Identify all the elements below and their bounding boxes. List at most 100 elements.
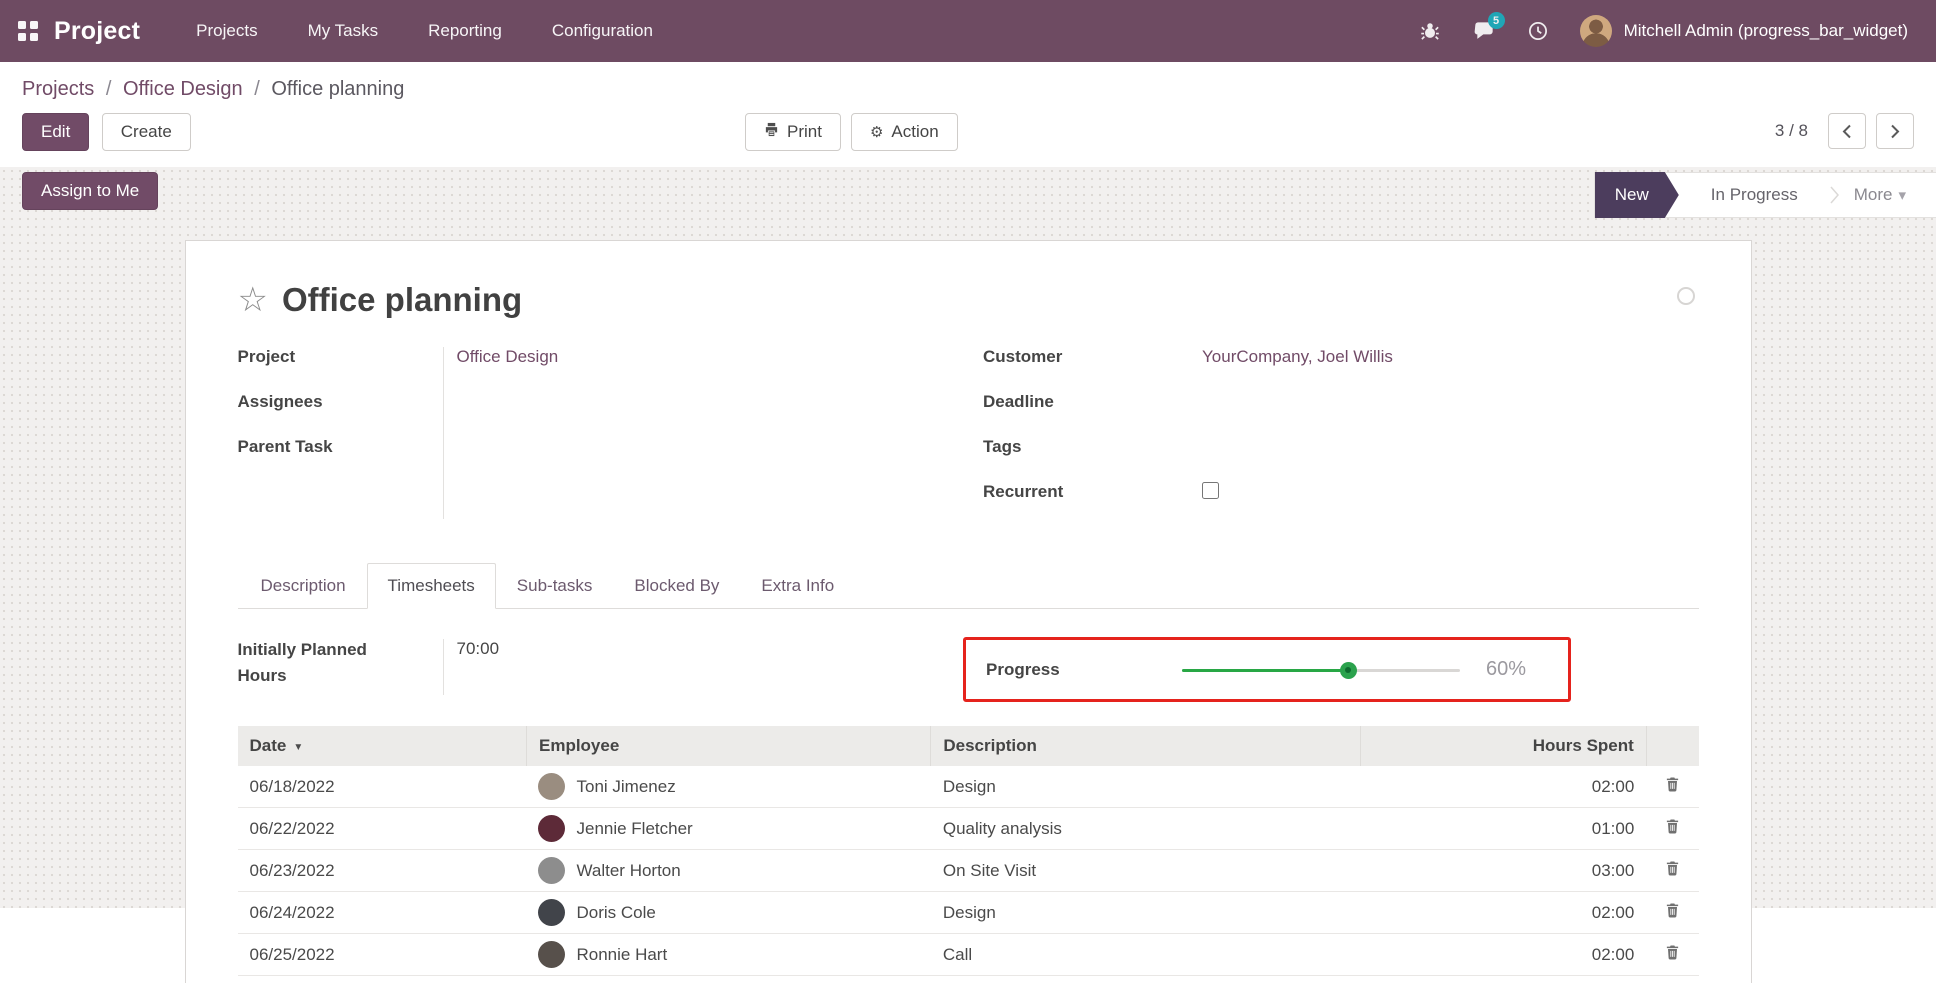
right-field-group: Customer YourCompany, Joel Willis Deadli… [983, 345, 1699, 525]
column-header-actions [1646, 726, 1698, 766]
cell-date[interactable]: 06/23/2022 [238, 850, 527, 892]
table-row[interactable]: 07/05/2022 Abigail Peterson Quality anal… [238, 976, 1699, 983]
delete-row-button[interactable] [1665, 902, 1680, 918]
table-row[interactable]: 06/18/2022 Toni Jimenez Design 02:00 [238, 766, 1699, 808]
nav-item-projects[interactable]: Projects [194, 15, 259, 47]
column-header-hours-spent[interactable]: Hours Spent [1360, 726, 1646, 766]
nav-item-my-tasks[interactable]: My Tasks [306, 15, 381, 47]
field-tags: Tags [983, 435, 1699, 480]
breadcrumb-separator: / [106, 78, 112, 100]
assignees-label: Assignees [238, 390, 443, 412]
field-assignees: Assignees [238, 390, 954, 435]
planned-hours-value[interactable]: 70:00 [443, 637, 500, 702]
table-row[interactable]: 06/25/2022 Ronnie Hart Call 02:00 [238, 934, 1699, 976]
breadcrumb-projects[interactable]: Projects [22, 78, 94, 100]
task-form-sheet: Office planning Project Office Design As… [185, 240, 1752, 983]
cell-date[interactable]: 06/24/2022 [238, 892, 527, 934]
cell-hours[interactable]: 02:00 [1360, 976, 1646, 983]
cell-hours[interactable]: 02:00 [1360, 892, 1646, 934]
breadcrumb-office-design[interactable]: Office Design [123, 78, 243, 100]
fields-grid: Project Office Design Assignees Parent T… [238, 345, 1699, 525]
stage-new[interactable]: New [1595, 172, 1679, 218]
delete-row-button[interactable] [1665, 860, 1680, 876]
cell-date[interactable]: 07/05/2022 [238, 976, 527, 983]
cell-hours[interactable]: 01:00 [1360, 808, 1646, 850]
project-value-link[interactable]: Office Design [457, 347, 559, 366]
notebook-tabs: Description Timesheets Sub-tasks Blocked… [238, 563, 1699, 609]
edit-button[interactable]: Edit [22, 113, 89, 151]
deadline-label: Deadline [983, 390, 1188, 412]
parent-task-value[interactable] [443, 435, 457, 437]
tab-timesheets[interactable]: Timesheets [367, 563, 496, 609]
cell-employee-name: Toni Jimenez [576, 777, 675, 797]
user-menu[interactable]: Mitchell Admin (progress_bar_widget) [1580, 15, 1908, 47]
messages-count-badge: 5 [1488, 12, 1505, 29]
cell-description[interactable]: On Site Visit [931, 850, 1360, 892]
cell-date[interactable]: 06/25/2022 [238, 934, 527, 976]
user-name: Mitchell Admin (progress_bar_widget) [1624, 21, 1908, 41]
pager-next-button[interactable] [1876, 113, 1914, 149]
cell-description[interactable]: Quality analysis [931, 808, 1360, 850]
cell-date[interactable]: 06/22/2022 [238, 808, 527, 850]
delete-row-button[interactable] [1665, 944, 1680, 960]
print-button[interactable]: Print [745, 113, 841, 151]
progress-knob[interactable] [1340, 662, 1357, 679]
table-row[interactable]: 06/23/2022 Walter Horton On Site Visit 0… [238, 850, 1699, 892]
tab-extra-info[interactable]: Extra Info [740, 563, 855, 609]
customer-value-link[interactable]: YourCompany, Joel Willis [1202, 347, 1393, 366]
center-actions: Print ⚙ Action [745, 113, 958, 151]
create-button[interactable]: Create [102, 113, 191, 151]
cell-description[interactable]: Quality analysis [931, 976, 1360, 983]
messages-icon[interactable]: 5 [1472, 19, 1496, 43]
cell-date[interactable]: 06/18/2022 [238, 766, 527, 808]
column-header-description[interactable]: Description [931, 726, 1360, 766]
task-title: Office planning [282, 281, 522, 319]
bug-icon[interactable] [1418, 19, 1442, 43]
deadline-value[interactable] [1188, 390, 1202, 392]
systray: 5 Mitchell Admin (progress_bar_widget) [1418, 15, 1908, 47]
kanban-state-circle[interactable] [1677, 287, 1695, 305]
assignees-value[interactable] [443, 390, 457, 392]
field-customer: Customer YourCompany, Joel Willis [983, 345, 1699, 390]
progress-slider[interactable] [1182, 662, 1460, 678]
stage-more-button[interactable]: More [1840, 185, 1936, 205]
favorite-star-icon[interactable] [238, 283, 268, 317]
tab-blocked-by[interactable]: Blocked By [613, 563, 740, 609]
column-header-date[interactable]: Date [238, 726, 527, 766]
app-title[interactable]: Project [54, 17, 140, 46]
progress-field-wrapper: Progress 60% [983, 637, 1699, 702]
delete-row-button[interactable] [1665, 818, 1680, 834]
cell-description[interactable]: Design [931, 892, 1360, 934]
cell-hours[interactable]: 02:00 [1360, 766, 1646, 808]
assign-to-me-button[interactable]: Assign to Me [22, 172, 158, 210]
cell-employee-name: Walter Horton [576, 861, 680, 881]
pager-previous-button[interactable] [1828, 113, 1866, 149]
stage-in-progress[interactable]: In Progress [1679, 185, 1830, 205]
avatar [538, 857, 565, 884]
tab-description[interactable]: Description [240, 563, 367, 609]
tags-value[interactable] [1188, 435, 1202, 437]
cell-description[interactable]: Design [931, 766, 1360, 808]
nav-item-reporting[interactable]: Reporting [426, 15, 504, 47]
apps-grid-icon[interactable] [18, 21, 38, 41]
table-row[interactable]: 06/24/2022 Doris Cole Design 02:00 [238, 892, 1699, 934]
printer-icon [764, 122, 779, 142]
sort-desc-icon [286, 736, 303, 755]
cell-hours[interactable]: 02:00 [1360, 934, 1646, 976]
tab-sub-tasks[interactable]: Sub-tasks [496, 563, 614, 609]
user-avatar [1580, 15, 1612, 47]
field-deadline: Deadline [983, 390, 1699, 435]
action-button[interactable]: ⚙ Action [851, 113, 958, 151]
nav-item-configuration[interactable]: Configuration [550, 15, 655, 47]
cell-employee-name: Ronnie Hart [576, 945, 667, 965]
table-row[interactable]: 06/22/2022 Jennie Fletcher Quality analy… [238, 808, 1699, 850]
cell-employee-name: Jennie Fletcher [576, 819, 692, 839]
cell-employee-name: Doris Cole [576, 903, 655, 923]
cell-description[interactable]: Call [931, 934, 1360, 976]
field-recurrent: Recurrent [983, 480, 1699, 525]
recurrent-checkbox[interactable] [1202, 482, 1219, 499]
delete-row-button[interactable] [1665, 776, 1680, 792]
activities-clock-icon[interactable] [1526, 19, 1550, 43]
column-header-employee[interactable]: Employee [526, 726, 930, 766]
cell-hours[interactable]: 03:00 [1360, 850, 1646, 892]
